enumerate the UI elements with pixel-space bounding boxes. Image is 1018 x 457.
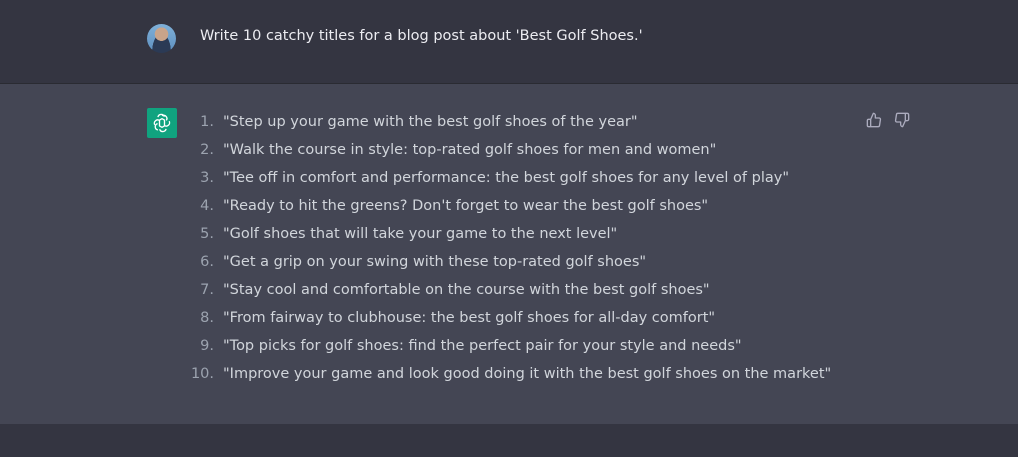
thumbs-down-button[interactable] (894, 112, 910, 128)
user-message-text: Write 10 catchy titles for a blog post a… (200, 28, 643, 44)
list-item: 5. "Golf shoes that will take your game t… (190, 224, 831, 252)
list-item: 6. "Get a grip on your swing with these t… (190, 252, 831, 280)
item-number: 6. (200, 254, 214, 270)
thumbs-up-icon (866, 112, 882, 128)
item-text: "Get a grip on your swing with these top… (223, 254, 647, 270)
list-item: 7. "Stay cool and comfortable on the cour… (190, 280, 831, 308)
item-number: 9. (200, 338, 214, 354)
item-text: "Step up your game with the best golf sh… (223, 114, 638, 130)
item-text: "Top picks for golf shoes: find the perf… (223, 338, 742, 354)
list-item: 10. "Improve your game and look good doin… (190, 364, 831, 392)
item-number: 10. (190, 366, 214, 382)
item-number: 1. (200, 114, 214, 130)
item-number: 7. (200, 282, 214, 298)
item-number: 3. (200, 170, 214, 186)
item-text: "Ready to hit the greens? Don't forget t… (223, 198, 709, 214)
item-text: "Golf shoes that will take your game to … (223, 226, 618, 242)
item-text: "Walk the course in style: top-rated gol… (223, 142, 717, 158)
thumbs-up-button[interactable] (866, 112, 882, 128)
item-number: 8. (200, 310, 214, 326)
assistant-answer-list: 1. "Step up your game with the best golf … (190, 112, 831, 392)
item-number: 2. (200, 142, 214, 158)
item-text: "Improve your game and look good doing i… (223, 366, 832, 382)
thumbs-down-icon (894, 112, 910, 128)
item-number: 5. (200, 226, 214, 242)
item-text: "From fairway to clubhouse: the best gol… (223, 310, 716, 326)
assistant-message-row: 1. "Step up your game with the best golf … (0, 84, 1018, 424)
item-text: "Stay cool and comfortable on the course… (223, 282, 710, 298)
item-number: 4. (200, 198, 214, 214)
list-item: 8. "From fairway to clubhouse: the best g… (190, 308, 831, 336)
list-item: 4. "Ready to hit the greens? Don't forget… (190, 196, 831, 224)
item-text: "Tee off in comfort and performance: the… (223, 170, 790, 186)
feedback-buttons (866, 112, 910, 128)
list-item: 9. "Top picks for golf shoes: find the pe… (190, 336, 831, 364)
chat-page: Write 10 catchy titles for a blog post a… (0, 0, 1018, 457)
list-item: 2. "Walk the course in style: top-rated g… (190, 140, 831, 168)
user-message-row: Write 10 catchy titles for a blog post a… (0, 0, 1018, 84)
list-item: 3. "Tee off in comfort and performance: t… (190, 168, 831, 196)
list-item: 1. "Step up your game with the best golf … (190, 112, 831, 140)
bottom-area (0, 424, 1018, 457)
openai-logo-icon (147, 108, 177, 138)
user-avatar (147, 24, 176, 53)
